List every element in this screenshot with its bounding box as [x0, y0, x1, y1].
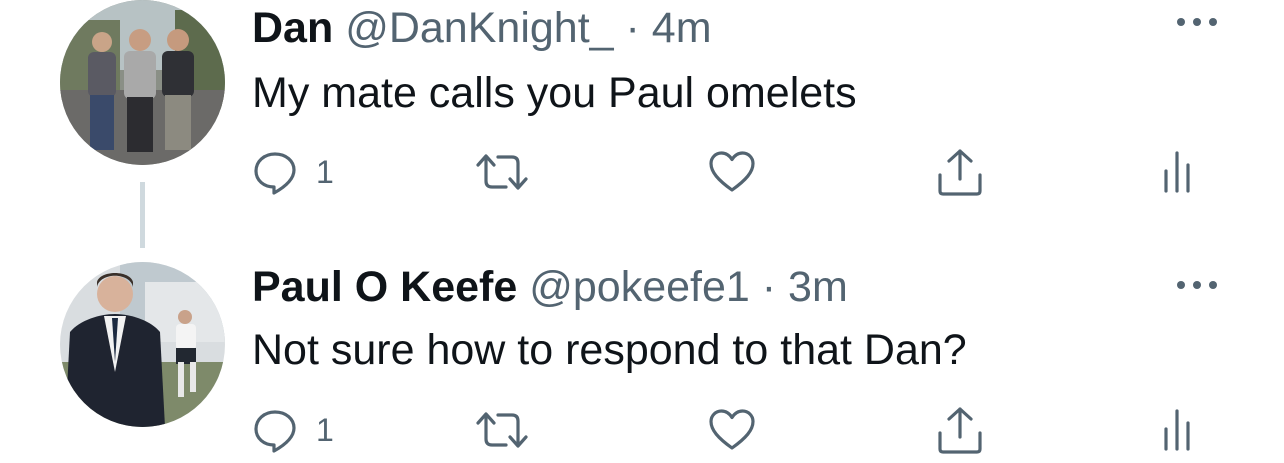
retweet-button[interactable]	[474, 145, 530, 199]
reply-icon	[254, 152, 296, 195]
more-button[interactable]	[1172, 273, 1222, 297]
tweet[interactable]: Paul O Keefe @pokeefe1 · 3m Not sure how…	[0, 255, 1284, 454]
user-handle[interactable]: @DanKnight_	[345, 4, 613, 52]
timestamp[interactable]: 4m	[652, 4, 712, 52]
analytics-button[interactable]	[1162, 403, 1192, 457]
share-button[interactable]	[935, 145, 985, 199]
tweet[interactable]: Dan @DanKnight_ · 4m My mate calls you P…	[0, 0, 1284, 248]
reply-icon	[254, 410, 296, 453]
separator-dot: ·	[761, 263, 777, 311]
tweet-text: Not sure how to respond to that Dan?	[252, 326, 967, 374]
more-icon	[1177, 281, 1217, 289]
analytics-button[interactable]	[1162, 145, 1192, 199]
analytics-icon	[1164, 151, 1190, 193]
separator-dot: ·	[625, 4, 640, 52]
like-icon	[709, 409, 755, 450]
timestamp[interactable]: 3m	[788, 263, 848, 311]
avatar-photo-group	[60, 0, 225, 165]
analytics-icon	[1164, 409, 1190, 451]
display-name[interactable]: Dan	[252, 4, 333, 52]
retweet-button[interactable]	[474, 403, 530, 457]
retweet-icon	[476, 154, 528, 190]
user-handle[interactable]: @pokeefe1	[529, 263, 750, 311]
like-icon	[709, 151, 755, 192]
reply-count: 1	[316, 153, 334, 190]
tweet-header: Paul O Keefe @pokeefe1 · 3m	[252, 262, 848, 312]
tweet-actions: 1	[0, 403, 1284, 463]
reply-count: 1	[316, 411, 334, 448]
share-button[interactable]	[935, 403, 985, 457]
like-button[interactable]	[708, 403, 756, 457]
retweet-icon	[476, 412, 528, 448]
reply-button[interactable]: 1	[252, 145, 334, 199]
more-button[interactable]	[1172, 10, 1222, 34]
more-icon	[1177, 18, 1217, 26]
share-icon	[938, 407, 982, 454]
share-icon	[938, 149, 982, 196]
avatar[interactable]	[60, 0, 225, 165]
tweet-text: My mate calls you Paul omelets	[252, 69, 857, 117]
like-button[interactable]	[708, 145, 756, 199]
tweet-header: Dan @DanKnight_ · 4m	[252, 3, 712, 53]
tweet-actions: 1	[0, 145, 1284, 205]
display-name[interactable]: Paul O Keefe	[252, 263, 517, 311]
reply-button[interactable]: 1	[252, 403, 334, 457]
